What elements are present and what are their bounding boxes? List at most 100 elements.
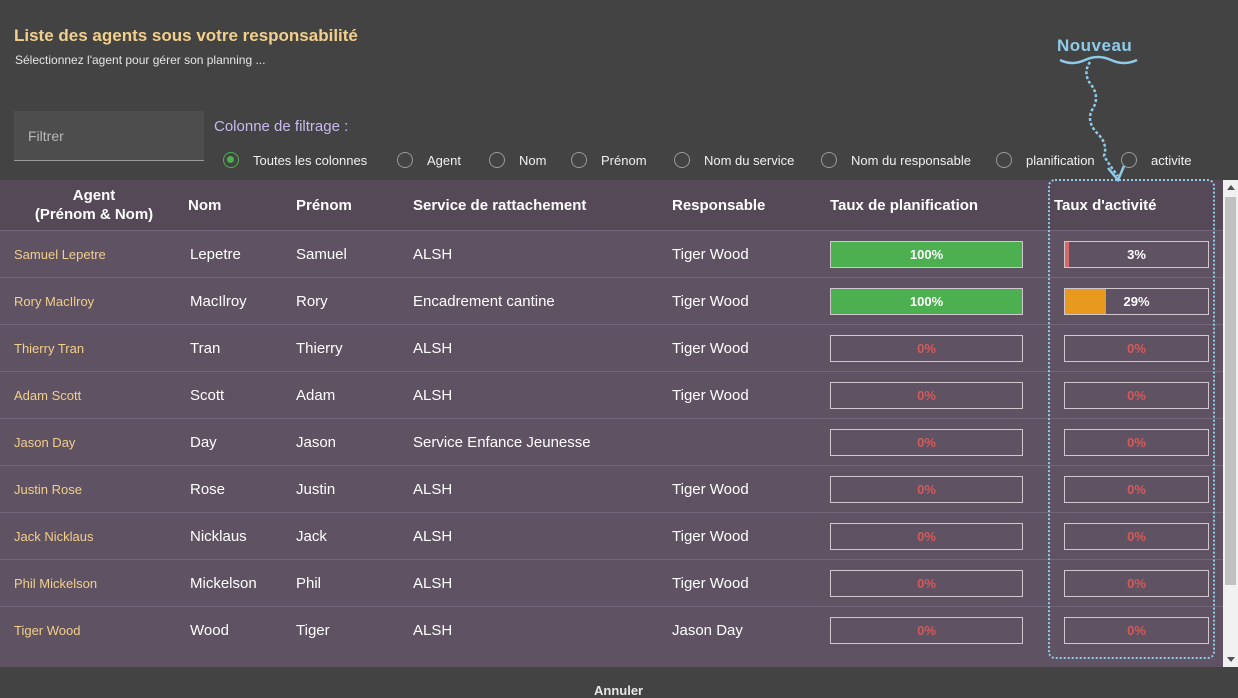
cell-service: ALSH (413, 230, 672, 278)
agent-name-link[interactable]: Rory MacIlroy (0, 277, 188, 325)
planification-progress-bar: 0% (830, 381, 1023, 409)
progress-label: 0% (917, 387, 936, 403)
progress-label: 0% (1127, 622, 1146, 638)
cell-nom: Day (188, 418, 296, 466)
cell-taux-planification: 0% (830, 418, 1050, 466)
cell-nom: MacIlroy (188, 277, 296, 325)
agent-name-link[interactable]: Justin Rose (0, 465, 188, 513)
cell-responsable: Tiger Wood (672, 559, 830, 607)
cell-service: ALSH (413, 371, 672, 419)
radio-agent[interactable]: Agent (397, 150, 461, 170)
radio-nom-service[interactable]: Nom du service (674, 150, 794, 170)
cell-service: ALSH (413, 512, 672, 560)
cell-prenom: Samuel (296, 230, 413, 278)
table-row[interactable]: Rory MacIlroy MacIlroy Rory Encadrement can… (0, 277, 1223, 325)
col-header-taux-activite[interactable]: Taux d'activité (1050, 180, 1223, 231)
agent-name-link[interactable]: Thierry Tran (0, 324, 188, 372)
progress-label: 0% (917, 575, 936, 591)
cell-taux-planification: 100% (830, 230, 1050, 278)
table-row[interactable]: Jack Nicklaus Nicklaus Jack ALSH Tiger Wood 0… (0, 512, 1223, 560)
activite-progress-bar: 0% (1064, 616, 1209, 644)
activite-progress-bar: 0% (1064, 475, 1209, 503)
radio-icon (1121, 152, 1137, 168)
agent-name-link[interactable]: Tiger Wood (0, 606, 188, 653)
radio-label: Agent (427, 152, 461, 168)
cancel-button[interactable]: Annuler (594, 683, 643, 698)
col-header-prenom[interactable]: Prénom (296, 180, 413, 231)
radio-label: Toutes les colonnes (253, 152, 368, 168)
cell-service: Encadrement cantine (413, 277, 672, 325)
planification-progress-bar: 0% (830, 334, 1023, 362)
activite-progress-bar: 29% (1064, 287, 1209, 315)
cell-nom: Tran (188, 324, 296, 372)
col-header-taux-planification[interactable]: Taux de planification (830, 180, 1050, 231)
table-row[interactable]: Tiger Wood Wood Tiger ALSH Jason Day 0% 0% (0, 606, 1223, 653)
annotation-nouveau: Nouveau (1057, 36, 1133, 55)
radio-icon (996, 152, 1012, 168)
radio-icon (489, 152, 505, 168)
progress-label: 0% (917, 622, 936, 638)
radio-nom[interactable]: Nom (489, 150, 546, 170)
radio-all-columns[interactable]: Toutes les colonnes (223, 150, 367, 170)
planification-progress-bar: 0% (830, 569, 1023, 597)
radio-icon (397, 152, 413, 168)
radio-icon (821, 152, 837, 168)
table-row[interactable]: Adam Scott Scott Adam ALSH Tiger Wood 0% 0% (0, 371, 1223, 419)
col-header-agent[interactable]: Agent (Prénom & Nom) (0, 180, 188, 231)
cell-responsable: Tiger Wood (672, 230, 830, 278)
cell-service: ALSH (413, 465, 672, 513)
cell-nom: Scott (188, 371, 296, 419)
scrollbar-thumb[interactable] (1225, 197, 1236, 585)
cell-responsable: Tiger Wood (672, 512, 830, 560)
agent-name-link[interactable]: Phil Mickelson (0, 559, 188, 607)
cell-taux-activite: 0% (1050, 559, 1223, 607)
progress-label: 0% (917, 434, 936, 450)
cell-responsable: Jason Day (672, 606, 830, 653)
cell-taux-activite: 0% (1050, 465, 1223, 513)
scroll-up-arrow-icon[interactable] (1227, 185, 1235, 190)
radio-activite[interactable]: activite (1121, 150, 1191, 170)
planification-progress-bar: 0% (830, 475, 1023, 503)
cell-prenom: Adam (296, 371, 413, 419)
progress-label: 0% (1127, 387, 1146, 403)
col-header-service[interactable]: Service de rattachement (413, 180, 672, 231)
cell-responsable: Tiger Wood (672, 277, 830, 325)
cell-taux-activite: 0% (1050, 512, 1223, 560)
radio-prenom[interactable]: Prénom (571, 150, 647, 170)
cell-responsable: Tiger Wood (672, 465, 830, 513)
cell-service: ALSH (413, 324, 672, 372)
agent-name-link[interactable]: Adam Scott (0, 371, 188, 419)
table-row[interactable]: Jason Day Day Jason Service Enfance Jeuness… (0, 418, 1223, 466)
cell-taux-planification: 0% (830, 371, 1050, 419)
radio-nom-responsable[interactable]: Nom du responsable (821, 150, 971, 170)
activite-progress-bar: 0% (1064, 569, 1209, 597)
progress-label: 0% (917, 528, 936, 544)
filter-field[interactable] (14, 111, 204, 161)
radio-planification[interactable]: planification (996, 150, 1095, 170)
agent-name-link[interactable]: Jason Day (0, 418, 188, 466)
table-row[interactable]: Justin Rose Rose Justin ALSH Tiger Wood 0% 0% (0, 465, 1223, 513)
table-row[interactable]: Phil Mickelson Mickelson Phil ALSH Tiger Woo… (0, 559, 1223, 607)
table-row[interactable]: Samuel Lepetre Lepetre Samuel ALSH Tiger Woo… (0, 230, 1223, 278)
planification-progress-bar: 0% (830, 616, 1023, 644)
progress-label: 0% (917, 481, 936, 497)
col-header-nom[interactable]: Nom (188, 180, 296, 231)
agent-name-link[interactable]: Jack Nicklaus (0, 512, 188, 560)
radio-label: activite (1151, 152, 1192, 168)
progress-label: 0% (1127, 481, 1146, 497)
scroll-down-arrow-icon[interactable] (1227, 657, 1235, 662)
table-row[interactable]: Thierry Tran Tran Thierry ALSH Tiger Wood 0% 0… (0, 324, 1223, 372)
filter-input[interactable] (14, 111, 204, 160)
cell-taux-planification: 0% (830, 324, 1050, 372)
cell-service: Service Enfance Jeunesse (413, 418, 672, 466)
cell-taux-activite: 0% (1050, 324, 1223, 372)
cell-prenom: Jack (296, 512, 413, 560)
cell-nom: Mickelson (188, 559, 296, 607)
planification-progress-bar: 100% (830, 287, 1023, 315)
cell-service: ALSH (413, 606, 672, 653)
progress-label: 100% (909, 293, 944, 309)
agent-name-link[interactable]: Samuel Lepetre (0, 230, 188, 278)
col-header-responsable[interactable]: Responsable (672, 180, 830, 231)
cell-taux-activite: 0% (1050, 606, 1223, 653)
activite-progress-bar: 3% (1064, 240, 1209, 268)
